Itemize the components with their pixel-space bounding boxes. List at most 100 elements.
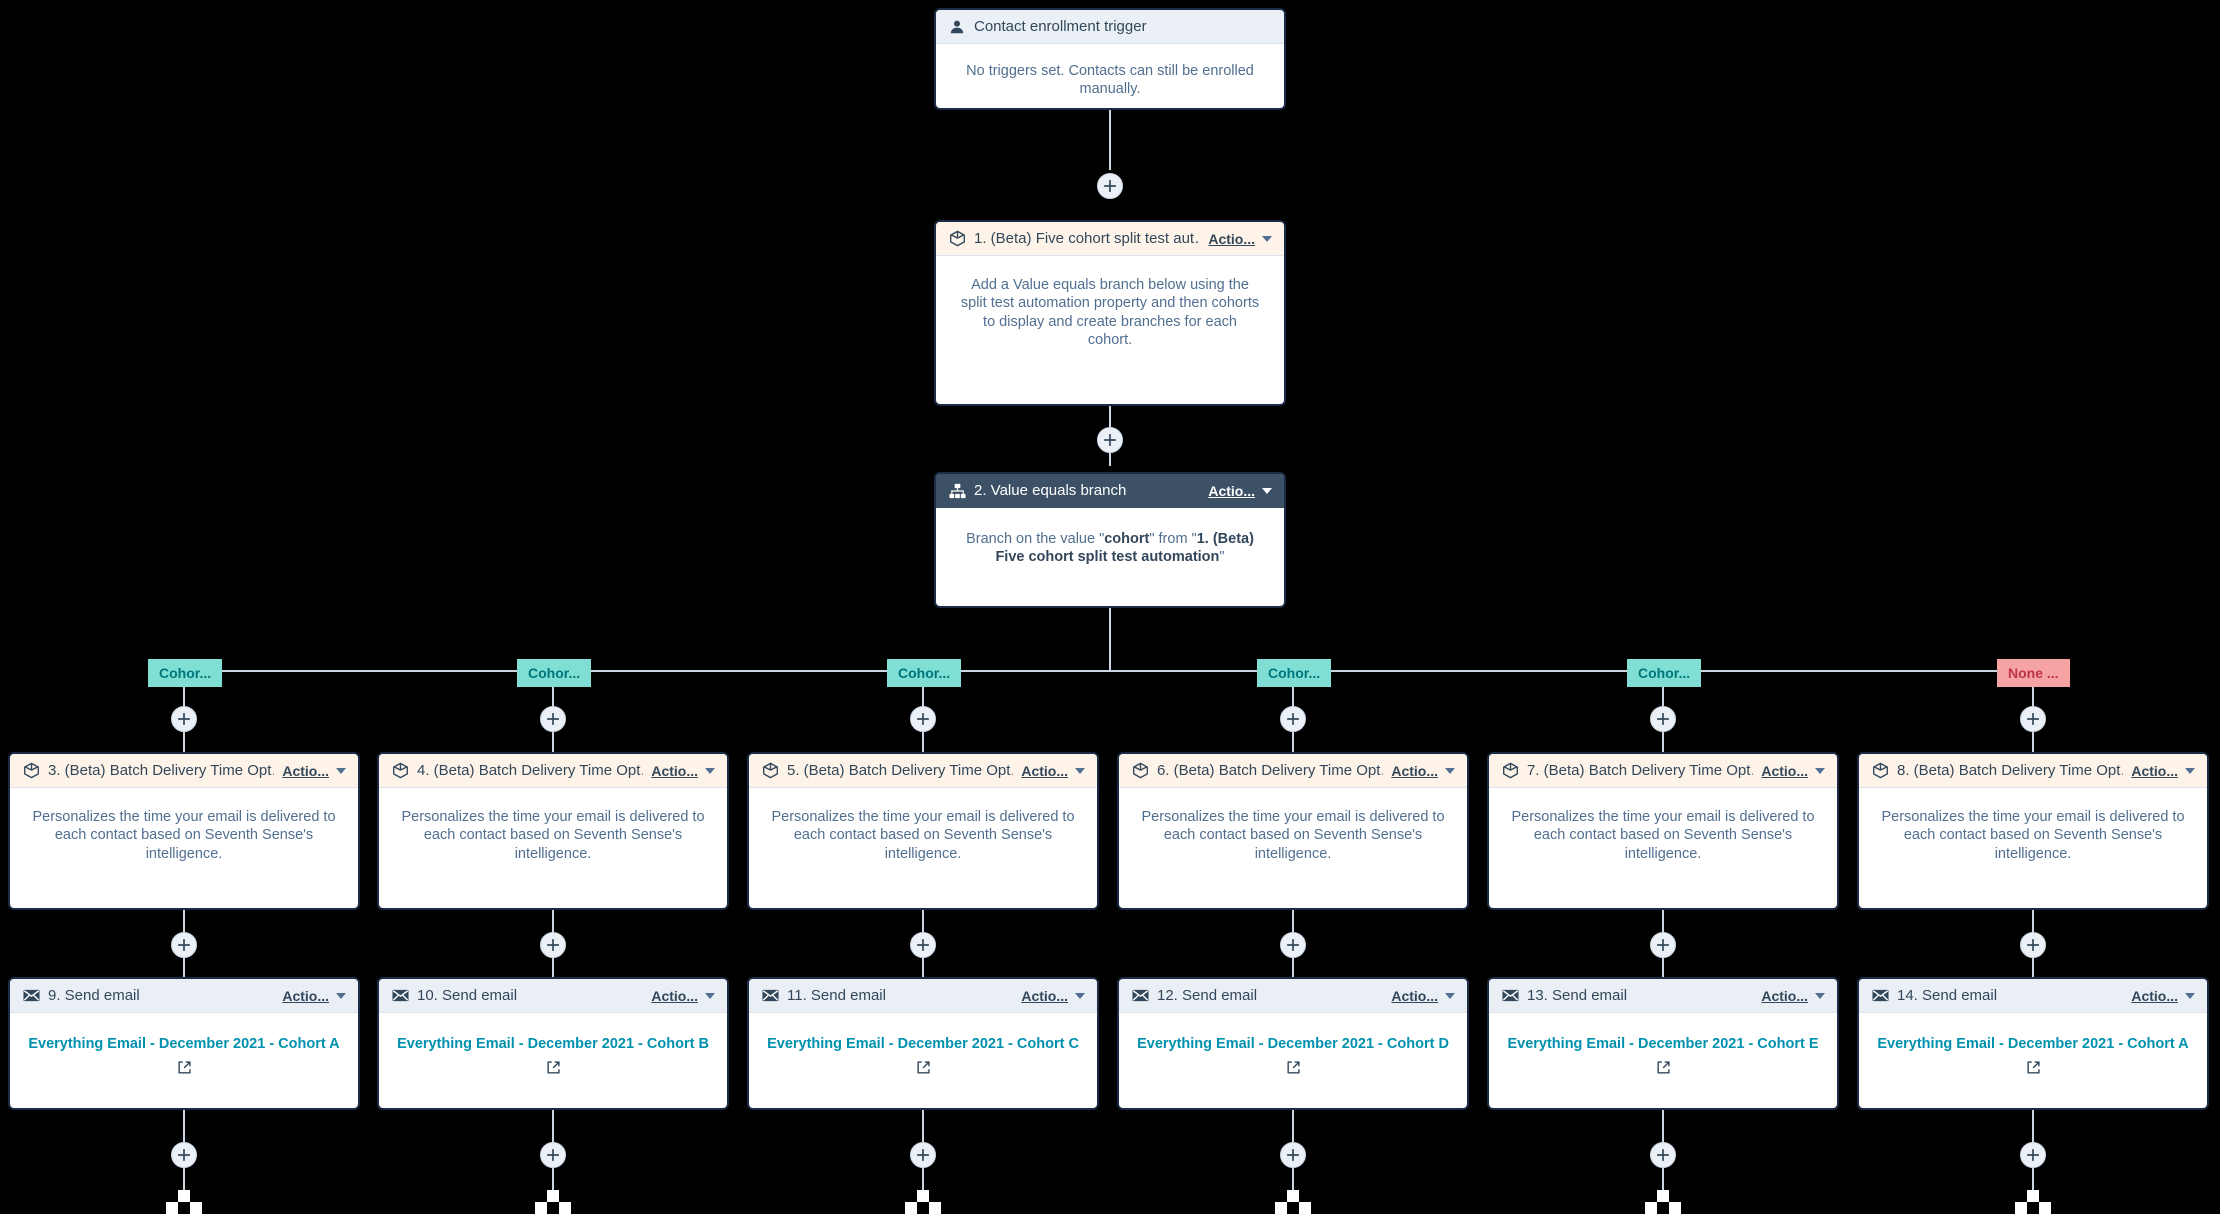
actions-menu-email-6[interactable]: Actio... bbox=[2131, 988, 2195, 1004]
batch-delivery-card-6[interactable]: 8. (Beta) Batch Delivery Time Opt… Actio.… bbox=[1857, 752, 2209, 910]
add-step-button-10[interactable] bbox=[171, 706, 197, 732]
chevron-down-icon bbox=[1075, 767, 1085, 774]
batch-delivery-card-5[interactable]: 7. (Beta) Batch Delivery Time Opt… Actio.… bbox=[1487, 752, 1839, 910]
add-step-button-32[interactable] bbox=[910, 1142, 936, 1168]
add-step-button-1[interactable] bbox=[1097, 173, 1123, 199]
actions-menu-label: Actio... bbox=[1761, 987, 1808, 1004]
connector-email-to-plus-5 bbox=[1662, 1110, 1664, 1145]
card-header: 7. (Beta) Batch Delivery Time Opt… Actio.… bbox=[1489, 754, 1837, 788]
card-header: 4. (Beta) Batch Delivery Time Opt… Actio.… bbox=[379, 754, 727, 788]
actions-menu-batch-1[interactable]: Actio... bbox=[282, 763, 346, 779]
add-step-button-35[interactable] bbox=[2020, 1142, 2046, 1168]
connector-node2-dropline bbox=[1109, 608, 1111, 671]
add-step-button-15[interactable] bbox=[2020, 706, 2046, 732]
card-header: 5. (Beta) Batch Delivery Time Opt… Actio.… bbox=[749, 754, 1097, 788]
external-link-icon-1[interactable] bbox=[26, 1060, 342, 1075]
email-card-body-2: Everything Email - December 2021 - Cohor… bbox=[379, 1013, 727, 1089]
add-step-button-20[interactable] bbox=[171, 932, 197, 958]
email-asset-link-3[interactable]: Everything Email - December 2021 - Cohor… bbox=[767, 1036, 1079, 1052]
actions-menu-email-1[interactable]: Actio... bbox=[282, 988, 346, 1004]
connector-email-to-plus-6 bbox=[2032, 1110, 2034, 1145]
app-cube-icon bbox=[948, 230, 966, 248]
actions-menu-email-5[interactable]: Actio... bbox=[1761, 988, 1825, 1004]
external-link-icon-2[interactable] bbox=[395, 1060, 711, 1075]
external-link-icon-3[interactable] bbox=[765, 1060, 1081, 1075]
add-step-button-14[interactable] bbox=[1650, 706, 1676, 732]
add-step-button-23[interactable] bbox=[1280, 932, 1306, 958]
batch-card-title-5: 7. (Beta) Batch Delivery Time Opt… bbox=[1527, 762, 1754, 779]
send-email-card-3[interactable]: 11. Send email Actio... Everything Email -… bbox=[747, 977, 1099, 1110]
actions-menu-1[interactable]: Actio... bbox=[1208, 231, 1272, 247]
app-cube-icon bbox=[1131, 762, 1149, 780]
trigger-body-text: No triggers set. Contacts can still be e… bbox=[966, 63, 1254, 98]
branch-label-4[interactable]: Cohor... bbox=[1257, 659, 1332, 687]
batch-delivery-card-4[interactable]: 6. (Beta) Batch Delivery Time Opt… Actio.… bbox=[1117, 752, 1469, 910]
add-step-button-12[interactable] bbox=[910, 706, 936, 732]
send-email-card-1[interactable]: 9. Send email Actio... Everything Email - … bbox=[8, 977, 360, 1110]
branch-label-5[interactable]: Cohor... bbox=[1627, 659, 1702, 687]
node-2-title: 2. Value equals branch bbox=[974, 482, 1127, 499]
batch-delivery-card-1[interactable]: 3. (Beta) Batch Delivery Time Opt… Actio.… bbox=[8, 752, 360, 910]
branch-label-1[interactable]: Cohor... bbox=[148, 659, 223, 687]
batch-card-body-3: Personalizes the time your email is deli… bbox=[771, 809, 1075, 862]
add-step-button-25[interactable] bbox=[2020, 932, 2046, 958]
add-step-button-34[interactable] bbox=[1650, 1142, 1676, 1168]
email-asset-link-6[interactable]: Everything Email - December 2021 - Cohor… bbox=[1877, 1036, 2188, 1052]
actions-menu-email-2[interactable]: Actio... bbox=[651, 988, 715, 1004]
email-asset-link-2[interactable]: Everything Email - December 2021 - Cohor… bbox=[397, 1036, 709, 1052]
envelope-icon bbox=[1501, 987, 1519, 1005]
add-step-button-33[interactable] bbox=[1280, 1142, 1306, 1168]
actions-menu-email-3[interactable]: Actio... bbox=[1021, 988, 1085, 1004]
email-card-title-3: 11. Send email bbox=[787, 987, 886, 1004]
branch-label-2[interactable]: Cohor... bbox=[517, 659, 592, 687]
actions-menu-batch-3[interactable]: Actio... bbox=[1021, 763, 1085, 779]
branch-tree-icon bbox=[948, 482, 966, 500]
email-asset-link-5[interactable]: Everything Email - December 2021 - Cohor… bbox=[1507, 1036, 1818, 1052]
email-asset-link-1[interactable]: Everything Email - December 2021 - Cohor… bbox=[28, 1036, 339, 1052]
external-link-icon-5[interactable] bbox=[1505, 1060, 1821, 1075]
email-asset-link-4[interactable]: Everything Email - December 2021 - Cohor… bbox=[1137, 1036, 1449, 1052]
actions-menu-batch-4[interactable]: Actio... bbox=[1391, 763, 1455, 779]
external-link-icon-6[interactable] bbox=[1875, 1060, 2191, 1075]
branch-label-6[interactable]: None ... bbox=[1997, 659, 2070, 687]
add-step-button-30[interactable] bbox=[171, 1142, 197, 1168]
connector-plus-to-end-4 bbox=[1292, 1168, 1294, 1192]
chevron-down-icon bbox=[1815, 767, 1825, 774]
add-step-button-11[interactable] bbox=[540, 706, 566, 732]
send-email-card-6[interactable]: 14. Send email Actio... Everything Email -… bbox=[1857, 977, 2209, 1110]
actions-menu-batch-2[interactable]: Actio... bbox=[651, 763, 715, 779]
send-email-card-4[interactable]: 12. Send email Actio... Everything Email -… bbox=[1117, 977, 1469, 1110]
external-link-icon-4[interactable] bbox=[1135, 1060, 1451, 1075]
chevron-down-icon bbox=[1075, 992, 1085, 999]
workflow-canvas: Contact enrollment trigger No triggers se… bbox=[0, 0, 2220, 1214]
actions-menu-email-4[interactable]: Actio... bbox=[1391, 988, 1455, 1004]
contact-person-icon bbox=[948, 18, 966, 36]
workflow-node-1-card[interactable]: 1. (Beta) Five cohort split test aut… Act… bbox=[934, 220, 1286, 406]
add-step-button-31[interactable] bbox=[540, 1142, 566, 1168]
add-step-button-24[interactable] bbox=[1650, 932, 1676, 958]
branch-label-3[interactable]: Cohor... bbox=[887, 659, 962, 687]
envelope-icon bbox=[761, 987, 779, 1005]
actions-menu-label: Actio... bbox=[282, 987, 329, 1004]
add-step-button-13[interactable] bbox=[1280, 706, 1306, 732]
send-email-card-2[interactable]: 10. Send email Actio... Everything Email -… bbox=[377, 977, 729, 1110]
workflow-node-2-card[interactable]: 2. Value equals branch Actio... Branch on … bbox=[934, 472, 1286, 608]
contact-enrollment-trigger-card[interactable]: Contact enrollment trigger No triggers se… bbox=[934, 8, 1286, 110]
email-card-title-6: 14. Send email bbox=[1897, 987, 1998, 1004]
add-step-button-22[interactable] bbox=[910, 932, 936, 958]
workflow-end-flag-4 bbox=[1275, 1190, 1311, 1214]
add-step-button-21[interactable] bbox=[540, 932, 566, 958]
batch-delivery-card-2[interactable]: 4. (Beta) Batch Delivery Time Opt… Actio.… bbox=[377, 752, 729, 910]
add-step-button-2[interactable] bbox=[1097, 427, 1123, 453]
connector-plus-to-end-6 bbox=[2032, 1168, 2034, 1192]
send-email-card-5[interactable]: 13. Send email Actio... Everything Email -… bbox=[1487, 977, 1839, 1110]
email-card-title-5: 13. Send email bbox=[1527, 987, 1628, 1004]
actions-menu-batch-6[interactable]: Actio... bbox=[2131, 763, 2195, 779]
batch-card-title-1: 3. (Beta) Batch Delivery Time Opt… bbox=[48, 762, 275, 779]
connector-plus-to-end-5 bbox=[1662, 1168, 1664, 1192]
actions-menu-label: Actio... bbox=[1391, 987, 1438, 1004]
actions-menu-2[interactable]: Actio... bbox=[1208, 483, 1272, 499]
node-1-body-text: Add a Value equals branch below using th… bbox=[960, 277, 1260, 348]
batch-delivery-card-3[interactable]: 5. (Beta) Batch Delivery Time Opt… Actio.… bbox=[747, 752, 1099, 910]
actions-menu-batch-5[interactable]: Actio... bbox=[1761, 763, 1825, 779]
